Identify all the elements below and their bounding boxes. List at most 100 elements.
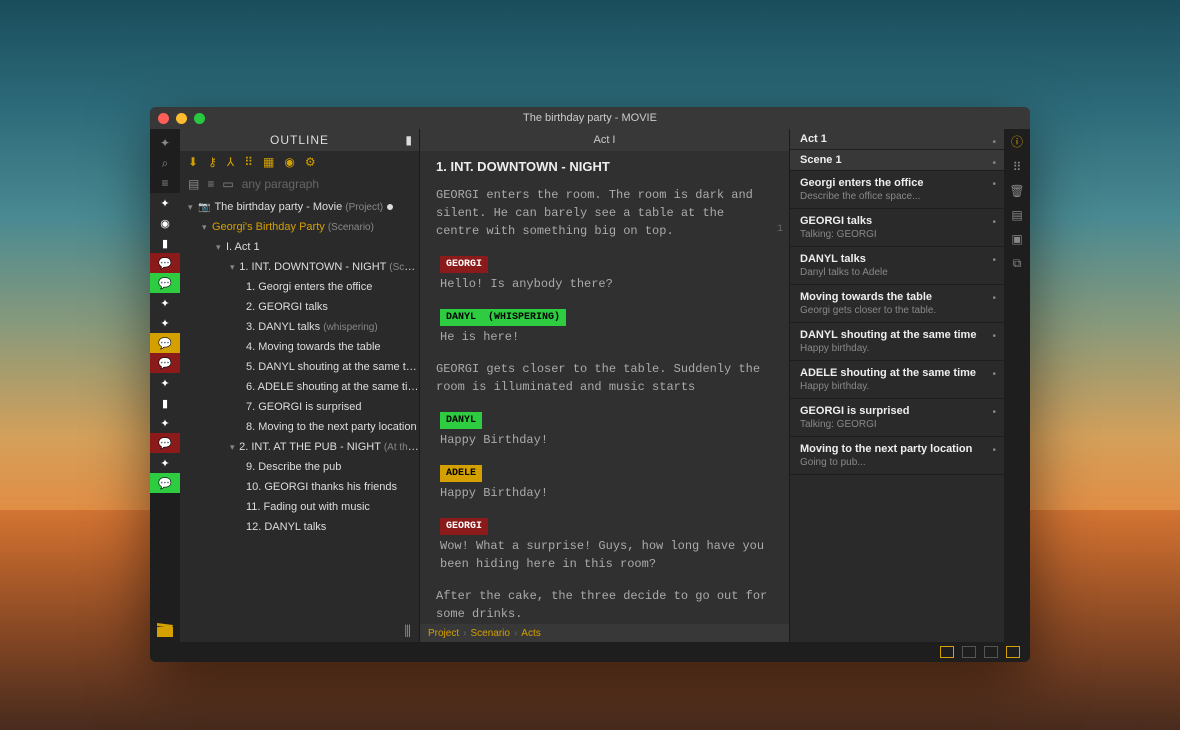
tool-add-icon[interactable]: ⬇ — [188, 155, 198, 169]
dialogue-text: He is here! — [440, 328, 773, 346]
beat-tag[interactable]: 💬 — [150, 253, 180, 273]
tree-beat[interactable]: 7. GEORGI is surprised — [180, 397, 419, 417]
list-icon[interactable]: ≡ — [150, 173, 180, 193]
action-block[interactable]: After the cake, the three decide to go o… — [436, 587, 773, 623]
beat-tag[interactable]: 💬 — [150, 433, 180, 453]
card-item[interactable]: Moving to the next party locationGoing t… — [790, 437, 1004, 475]
tree-beat[interactable]: 9. Describe the pub — [180, 457, 419, 477]
breadcrumb-project[interactable]: Project — [428, 628, 459, 639]
trash-icon[interactable]: 🗑 — [1009, 184, 1024, 198]
dialogue-block[interactable]: GEORGIWow! What a surprise! Guys, how lo… — [440, 516, 773, 573]
card-title: Moving towards the table — [800, 291, 994, 303]
breadcrumb-acts[interactable]: Acts — [521, 628, 540, 639]
card-item[interactable]: GEORGI talksTalking: GEORGI• — [790, 209, 1004, 247]
card-menu-icon[interactable]: • — [992, 217, 996, 228]
tree-beat[interactable]: 5. DANYL shouting at the same time — [180, 357, 419, 377]
beat-tag[interactable]: ✦ — [150, 373, 180, 393]
tool-gear-icon[interactable]: ⚙ — [305, 155, 316, 169]
tree-beat[interactable]: 4. Moving towards the table — [180, 337, 419, 357]
tree-beat[interactable]: 6. ADELE shouting at the same time — [180, 377, 419, 397]
tree-beat[interactable]: 10. GEORGI thanks his friends — [180, 477, 419, 497]
tree-scene[interactable]: ▾2. INT. AT THE PUB - NIGHT (At the pub) — [180, 437, 419, 457]
view-lines-icon[interactable]: ≡ — [207, 177, 214, 191]
card-menu-icon[interactable]: • — [992, 331, 996, 342]
card-item[interactable]: ADELE shouting at the same timeHappy bir… — [790, 361, 1004, 399]
image-icon[interactable]: ▣ — [1011, 232, 1022, 246]
card-header[interactable]: Scene 1• — [790, 150, 1004, 171]
beat-tag[interactable]: ✦ — [150, 413, 180, 433]
card-item[interactable]: DANYL talksDanyl talks to Adele• — [790, 247, 1004, 285]
card-title: GEORGI talks — [800, 215, 994, 227]
beat-tag[interactable]: 💬 — [150, 273, 180, 293]
action-block[interactable]: GEORGI enters the room. The room is dark… — [436, 186, 773, 240]
info-icon[interactable]: ⓘ — [1011, 133, 1023, 150]
tool-grid-icon[interactable]: ▦ — [263, 155, 274, 169]
tree-beat[interactable]: 8. Moving to the next party location — [180, 417, 419, 437]
layout-1-button[interactable] — [940, 646, 954, 658]
dialogue-block[interactable]: DANYL(WHISPERING)He is here! — [440, 307, 773, 346]
tool-eye-icon[interactable]: ◉ — [284, 155, 294, 169]
tree-beat[interactable]: 2. GEORGI talks — [180, 297, 419, 317]
beat-tag[interactable]: ✦ — [150, 453, 180, 473]
search-input[interactable]: any paragraph — [242, 177, 411, 191]
dialogue-block[interactable]: DANYLHappy Birthday! — [440, 410, 773, 449]
sliders-icon[interactable]: ⫴ — [404, 624, 411, 642]
outline-panel: OUTLINE ▮ ⬇ ⚷ ⅄ ⠿ ▦ ◉ ⚙ ▤ ≡ ▭ any paragr… — [180, 129, 420, 642]
card-menu-icon[interactable]: • — [992, 137, 996, 148]
tree-beat[interactable]: 11. Fading out with music — [180, 497, 419, 517]
version-icon[interactable]: ⧉ — [1013, 256, 1022, 271]
card-menu-icon[interactable]: • — [992, 407, 996, 418]
card-item[interactable]: GEORGI is surprisedTalking: GEORGI• — [790, 399, 1004, 437]
card-menu-icon[interactable]: • — [992, 293, 996, 304]
card-header[interactable]: Act 1• — [790, 129, 1004, 150]
tree-beat[interactable]: 12. DANYL talks — [180, 517, 419, 537]
beat-tag[interactable]: ▮ — [150, 233, 180, 253]
card-item[interactable]: DANYL shouting at the same timeHappy bir… — [790, 323, 1004, 361]
beat-tag[interactable]: ✦ — [150, 293, 180, 313]
page-number: 1 — [777, 222, 783, 237]
layout-2-button[interactable] — [962, 646, 976, 658]
card-menu-icon[interactable]: • — [992, 445, 996, 456]
tree-beat[interactable]: 3. DANYL talks (whispering) — [180, 317, 419, 337]
dialogue-block[interactable]: GEORGIHello! Is anybody there? — [440, 254, 773, 293]
view-list-icon[interactable]: ▤ — [188, 177, 199, 191]
beat-tag[interactable]: 💬 — [150, 353, 180, 373]
app-window: The birthday party - MOVIE ✦ ⌕ ≡ ✦◉▮💬💬✦✦… — [150, 107, 1030, 662]
card-menu-icon[interactable]: • — [992, 255, 996, 266]
editor-header: Act I — [420, 129, 789, 151]
beat-tag[interactable]: ▮ — [150, 393, 180, 413]
beat-tag[interactable]: ◉ — [150, 213, 180, 233]
share-icon[interactable]: ⠿ — [1013, 160, 1022, 174]
layout-4-button[interactable] — [1006, 646, 1020, 658]
layout-3-button[interactable] — [984, 646, 998, 658]
tree-project[interactable]: ▾📷The birthday party - Movie (Project) — [180, 197, 419, 217]
tree-act[interactable]: ▾I. Act 1 — [180, 237, 419, 257]
action-block[interactable]: GEORGI gets closer to the table. Suddenl… — [436, 360, 773, 396]
view-card-icon[interactable]: ▭ — [222, 177, 233, 191]
run-icon[interactable]: ✦ — [150, 133, 180, 153]
card-item[interactable]: Georgi enters the officeDescribe the off… — [790, 171, 1004, 209]
tree-scene[interactable]: ▾1. INT. DOWNTOWN - NIGHT (Scene 1) — [180, 257, 419, 277]
dialogue-block[interactable]: ADELEHappy Birthday! — [440, 463, 773, 502]
beat-tag[interactable]: ✦ — [150, 313, 180, 333]
outline-toolbar: ⬇ ⚷ ⅄ ⠿ ▦ ◉ ⚙ — [180, 151, 419, 173]
card-menu-icon[interactable]: • — [992, 179, 996, 190]
beat-tag[interactable]: 💬 — [150, 473, 180, 493]
tree-scenario[interactable]: ▾Georgi's Birthday Party (Scenario) — [180, 217, 419, 237]
script-body[interactable]: GEORGI enters the room. The room is dark… — [420, 182, 789, 624]
beat-tag[interactable]: 💬 — [150, 333, 180, 353]
note-icon[interactable]: ▤ — [1011, 208, 1022, 222]
clapperboard-icon[interactable] — [150, 618, 180, 642]
bookmark-icon[interactable]: ▮ — [405, 133, 413, 147]
card-menu-icon[interactable]: • — [992, 369, 996, 380]
tree-beat[interactable]: 1. Georgi enters the office — [180, 277, 419, 297]
tool-network-icon[interactable]: ⚷ — [208, 155, 217, 169]
search-icon[interactable]: ⌕ — [150, 153, 180, 173]
tool-share-icon[interactable]: ⠿ — [244, 155, 253, 169]
card-item[interactable]: Moving towards the tableGeorgi gets clos… — [790, 285, 1004, 323]
card-menu-icon[interactable]: • — [992, 158, 996, 169]
beat-tag[interactable]: ✦ — [150, 193, 180, 213]
tool-branch-icon[interactable]: ⅄ — [227, 155, 234, 169]
character-tag: GEORGI — [440, 256, 488, 273]
breadcrumb-scenario[interactable]: Scenario — [470, 628, 509, 639]
